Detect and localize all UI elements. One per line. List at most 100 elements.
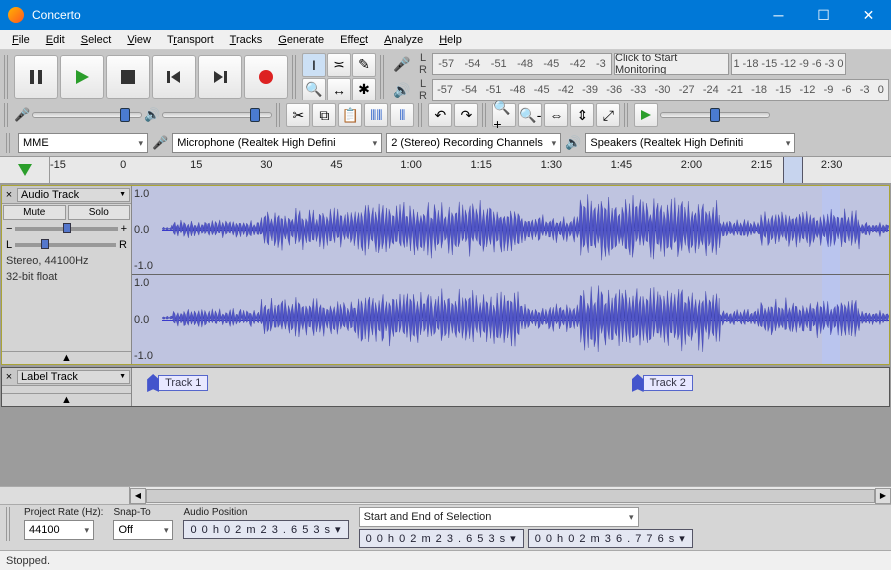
snap-to-combo[interactable]: Off (113, 520, 173, 540)
toolbar-grip[interactable] (380, 55, 386, 99)
main-toolbar: I ≍ ✎ 🔍 ↔ ✱ 🎤 LR -57-54-51-48-45-42-3 Cl… (0, 50, 891, 100)
cut-icon[interactable]: ✂ (286, 103, 310, 127)
mic-icon[interactable]: 🎤 (390, 52, 414, 76)
close-button[interactable]: ✕ (846, 0, 891, 30)
menu-file[interactable]: File (4, 32, 38, 48)
label-text[interactable]: Track 2 (643, 375, 693, 391)
copy-icon[interactable]: ⧉ (312, 103, 336, 127)
label-marker[interactable]: Track 2 (632, 374, 693, 392)
track-menu-dropdown[interactable]: Audio Track (17, 188, 130, 202)
skip-start-button[interactable] (152, 55, 196, 99)
toolbar-grip[interactable] (4, 55, 10, 99)
label-track-content[interactable]: Track 1 Track 2 (132, 368, 889, 406)
selection-mode-combo[interactable]: Start and End of Selection (359, 507, 639, 527)
recording-meter-right[interactable]: 1-18-15-12-9-6-30 (731, 53, 846, 75)
play-at-speed-icon[interactable] (634, 103, 658, 127)
timeline-ruler[interactable]: -1501530451:001:151:301:452:002:152:302:… (0, 156, 891, 184)
app-icon (8, 7, 24, 23)
track-collapse-button[interactable]: ▲ (2, 351, 131, 364)
menu-view[interactable]: View (119, 32, 159, 48)
monitor-prompt[interactable]: Click to Start Monitoring (614, 53, 729, 75)
menu-analyze[interactable]: Analyze (376, 32, 431, 48)
toolbar-grip[interactable] (482, 103, 488, 127)
speaker-icon[interactable]: 🔊 (390, 78, 414, 102)
playback-meter[interactable]: -57-54-51-48-45-42-39-36-33-30-27-24-21-… (432, 79, 889, 101)
toolbar-grip[interactable] (6, 507, 12, 541)
pause-button[interactable] (14, 55, 58, 99)
gain-minus: − (6, 223, 12, 235)
paste-icon[interactable]: 📋 (338, 103, 362, 127)
recording-volume-slider[interactable] (32, 112, 142, 118)
draw-tool-icon[interactable]: ✎ (352, 53, 376, 77)
fit-project-icon[interactable]: ⇕ (570, 103, 594, 127)
audio-track-waveform[interactable]: 1.00.0-1.0 1.00.0-1.0 (132, 186, 889, 364)
fit-selection-icon[interactable]: ⇔ (544, 103, 568, 127)
recording-channels-combo[interactable]: 2 (Stereo) Recording Channels (386, 133, 561, 153)
menu-edit[interactable]: Edit (38, 32, 73, 48)
label-text[interactable]: Track 1 (158, 375, 208, 391)
tracks-area: × Audio Track Mute Solo −+ LR Stereo, 44… (0, 184, 891, 504)
silence-icon[interactable]: ⦀ (390, 103, 414, 127)
mic-icon: 🎤 (152, 135, 168, 151)
ruler-tick: 1:00 (400, 159, 421, 171)
redo-icon[interactable]: ↷ (454, 103, 478, 127)
zoom-tool-icon[interactable]: 🔍 (302, 78, 326, 102)
selection-tool-icon[interactable]: I (302, 53, 326, 77)
timeline-selection[interactable] (783, 157, 802, 183)
zoom-in-icon[interactable]: 🔍+ (492, 103, 516, 127)
playback-volume-slider[interactable] (162, 112, 272, 118)
project-rate-combo[interactable]: 44100 (24, 520, 94, 540)
record-button[interactable] (244, 55, 288, 99)
maximize-button[interactable]: ☐ (801, 0, 846, 30)
undo-icon[interactable]: ↶ (428, 103, 452, 127)
gain-plus: + (121, 223, 127, 235)
toolbar-grip[interactable] (292, 55, 298, 99)
horizontal-scrollbar-row: ◀ ▶ (0, 486, 891, 504)
solo-button[interactable]: Solo (68, 205, 131, 220)
timeline-pin[interactable] (0, 157, 50, 183)
zoom-toggle-icon[interactable]: ⤢ (596, 103, 620, 127)
envelope-tool-icon[interactable]: ≍ (327, 53, 351, 77)
stop-button[interactable] (106, 55, 150, 99)
track-collapse-button[interactable]: ▲ (2, 393, 131, 406)
toolbar-grip[interactable] (276, 103, 282, 127)
horizontal-scrollbar[interactable] (146, 489, 875, 503)
toolbar-grip[interactable] (4, 103, 10, 127)
menu-tracks[interactable]: Tracks (222, 32, 271, 48)
minimize-button[interactable]: ─ (756, 0, 801, 30)
track-close-button[interactable]: × (2, 189, 16, 201)
toolbar-grip[interactable] (6, 133, 12, 153)
multi-tool-icon[interactable]: ✱ (352, 78, 376, 102)
skip-end-button[interactable] (198, 55, 242, 99)
playback-speed-slider[interactable] (660, 112, 770, 118)
menu-select[interactable]: Select (73, 32, 120, 48)
menu-transport[interactable]: Transport (159, 32, 222, 48)
audio-track: × Audio Track Mute Solo −+ LR Stereo, 44… (1, 185, 890, 365)
audio-host-combo[interactable]: MME (18, 133, 148, 153)
mute-button[interactable]: Mute (3, 205, 66, 220)
trim-icon[interactable]: ⦀⦀ (364, 103, 388, 127)
scroll-left-button[interactable]: ◀ (130, 488, 146, 504)
timeshift-tool-icon[interactable]: ↔ (327, 78, 351, 102)
snap-to-label: Snap-To (113, 507, 173, 518)
recording-meter[interactable]: -57-54-51-48-45-42-3 (432, 53, 612, 75)
track-menu-dropdown[interactable]: Label Track (17, 370, 130, 384)
zoom-out-icon[interactable]: 🔍- (518, 103, 542, 127)
label-marker[interactable]: Track 1 (147, 374, 208, 392)
menu-help[interactable]: Help (431, 32, 470, 48)
menu-effect[interactable]: Effect (332, 32, 376, 48)
track-close-button[interactable]: × (2, 371, 16, 383)
project-rate-label: Project Rate (Hz): (24, 507, 103, 518)
recording-device-combo[interactable]: Microphone (Realtek High Defini (172, 133, 382, 153)
toolbar-grip[interactable] (624, 103, 630, 127)
play-button[interactable] (60, 55, 104, 99)
audio-position-display[interactable]: 0 0 h 0 2 m 2 3 . 6 5 3 s▾ (183, 520, 348, 539)
menu-generate[interactable]: Generate (270, 32, 332, 48)
selection-start-display[interactable]: 0 0 h 0 2 m 2 3 . 6 5 3 s▾ (359, 529, 524, 548)
gain-slider[interactable] (15, 227, 117, 231)
toolbar-grip[interactable] (418, 103, 424, 127)
selection-end-display[interactable]: 0 0 h 0 2 m 3 6 . 7 7 6 s▾ (528, 529, 693, 548)
playback-device-combo[interactable]: Speakers (Realtek High Definiti (585, 133, 795, 153)
scroll-right-button[interactable]: ▶ (875, 488, 891, 504)
pan-slider[interactable] (15, 243, 116, 247)
